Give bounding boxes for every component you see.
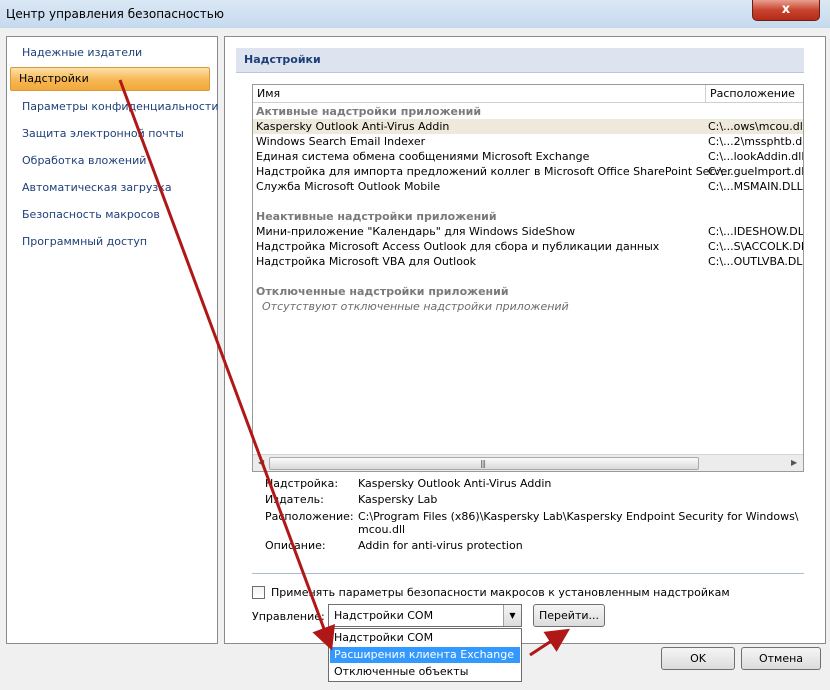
annotation-arrow-main [118, 79, 335, 651]
annotation-arrows [118, 79, 571, 657]
annotation-arrow-go [529, 628, 571, 657]
